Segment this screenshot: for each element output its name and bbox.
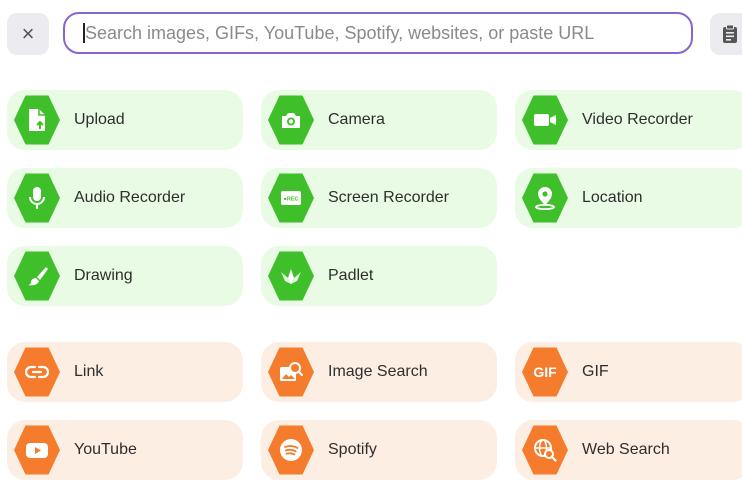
spotify-tile[interactable]: Spotify <box>261 420 497 480</box>
audio-recorder-label: Audio Recorder <box>74 189 186 206</box>
spotify-label: Spotify <box>328 441 377 458</box>
web-search-tile[interactable]: Web Search <box>515 420 742 480</box>
camera-label: Camera <box>328 111 385 128</box>
video-recorder-tile[interactable]: Video Recorder <box>515 90 742 150</box>
link-tile[interactable]: Link <box>7 342 243 402</box>
padlet-label: Padlet <box>328 267 374 284</box>
image-search-icon <box>268 347 314 397</box>
upload-tile[interactable]: Upload <box>7 90 243 150</box>
image-search-label: Image Search <box>328 363 428 380</box>
image-search-tile[interactable]: Image Search <box>261 342 497 402</box>
spotify-icon <box>268 425 314 475</box>
camera-icon <box>268 95 314 145</box>
link-label: Link <box>74 363 104 380</box>
text-cursor <box>83 23 85 43</box>
upload-label: Upload <box>74 111 125 128</box>
search-input[interactable] <box>83 21 691 45</box>
drawing-label: Drawing <box>74 267 133 284</box>
youtube-tile[interactable]: YouTube <box>7 420 243 480</box>
gif-tile[interactable]: GIF GIF <box>515 342 742 402</box>
camera-tile[interactable]: Camera <box>261 90 497 150</box>
link-icon <box>14 347 60 397</box>
web-search-label: Web Search <box>582 441 670 458</box>
close-icon: × <box>21 21 35 46</box>
microphone-icon <box>14 173 60 223</box>
upload-icon <box>14 95 60 145</box>
clipboard-icon <box>722 24 738 44</box>
location-label: Location <box>582 189 643 206</box>
gif-badge: GIF <box>533 364 557 380</box>
drawing-tile[interactable]: Drawing <box>7 246 243 306</box>
screen-rec-icon: ●REC <box>268 173 314 223</box>
web-search-icon <box>522 425 568 475</box>
youtube-label: YouTube <box>74 441 137 458</box>
map-pin-icon <box>522 173 568 223</box>
screen-recorder-label: Screen Recorder <box>328 189 449 206</box>
search-bar[interactable] <box>63 12 693 54</box>
gif-label: GIF <box>582 363 609 380</box>
video-camera-icon <box>522 95 568 145</box>
padlet-logo-icon <box>268 251 314 301</box>
youtube-icon <box>14 425 60 475</box>
video-recorder-label: Video Recorder <box>582 111 693 128</box>
close-button[interactable]: × <box>7 13 49 55</box>
audio-recorder-tile[interactable]: Audio Recorder <box>7 168 243 228</box>
paste-button[interactable] <box>710 13 742 55</box>
location-tile[interactable]: Location <box>515 168 742 228</box>
paintbrush-icon <box>14 251 60 301</box>
screen-recorder-tile[interactable]: ●REC Screen Recorder <box>261 168 497 228</box>
rec-badge: ●REC <box>284 197 299 203</box>
padlet-tile[interactable]: Padlet <box>261 246 497 306</box>
gif-icon: GIF <box>522 347 568 397</box>
